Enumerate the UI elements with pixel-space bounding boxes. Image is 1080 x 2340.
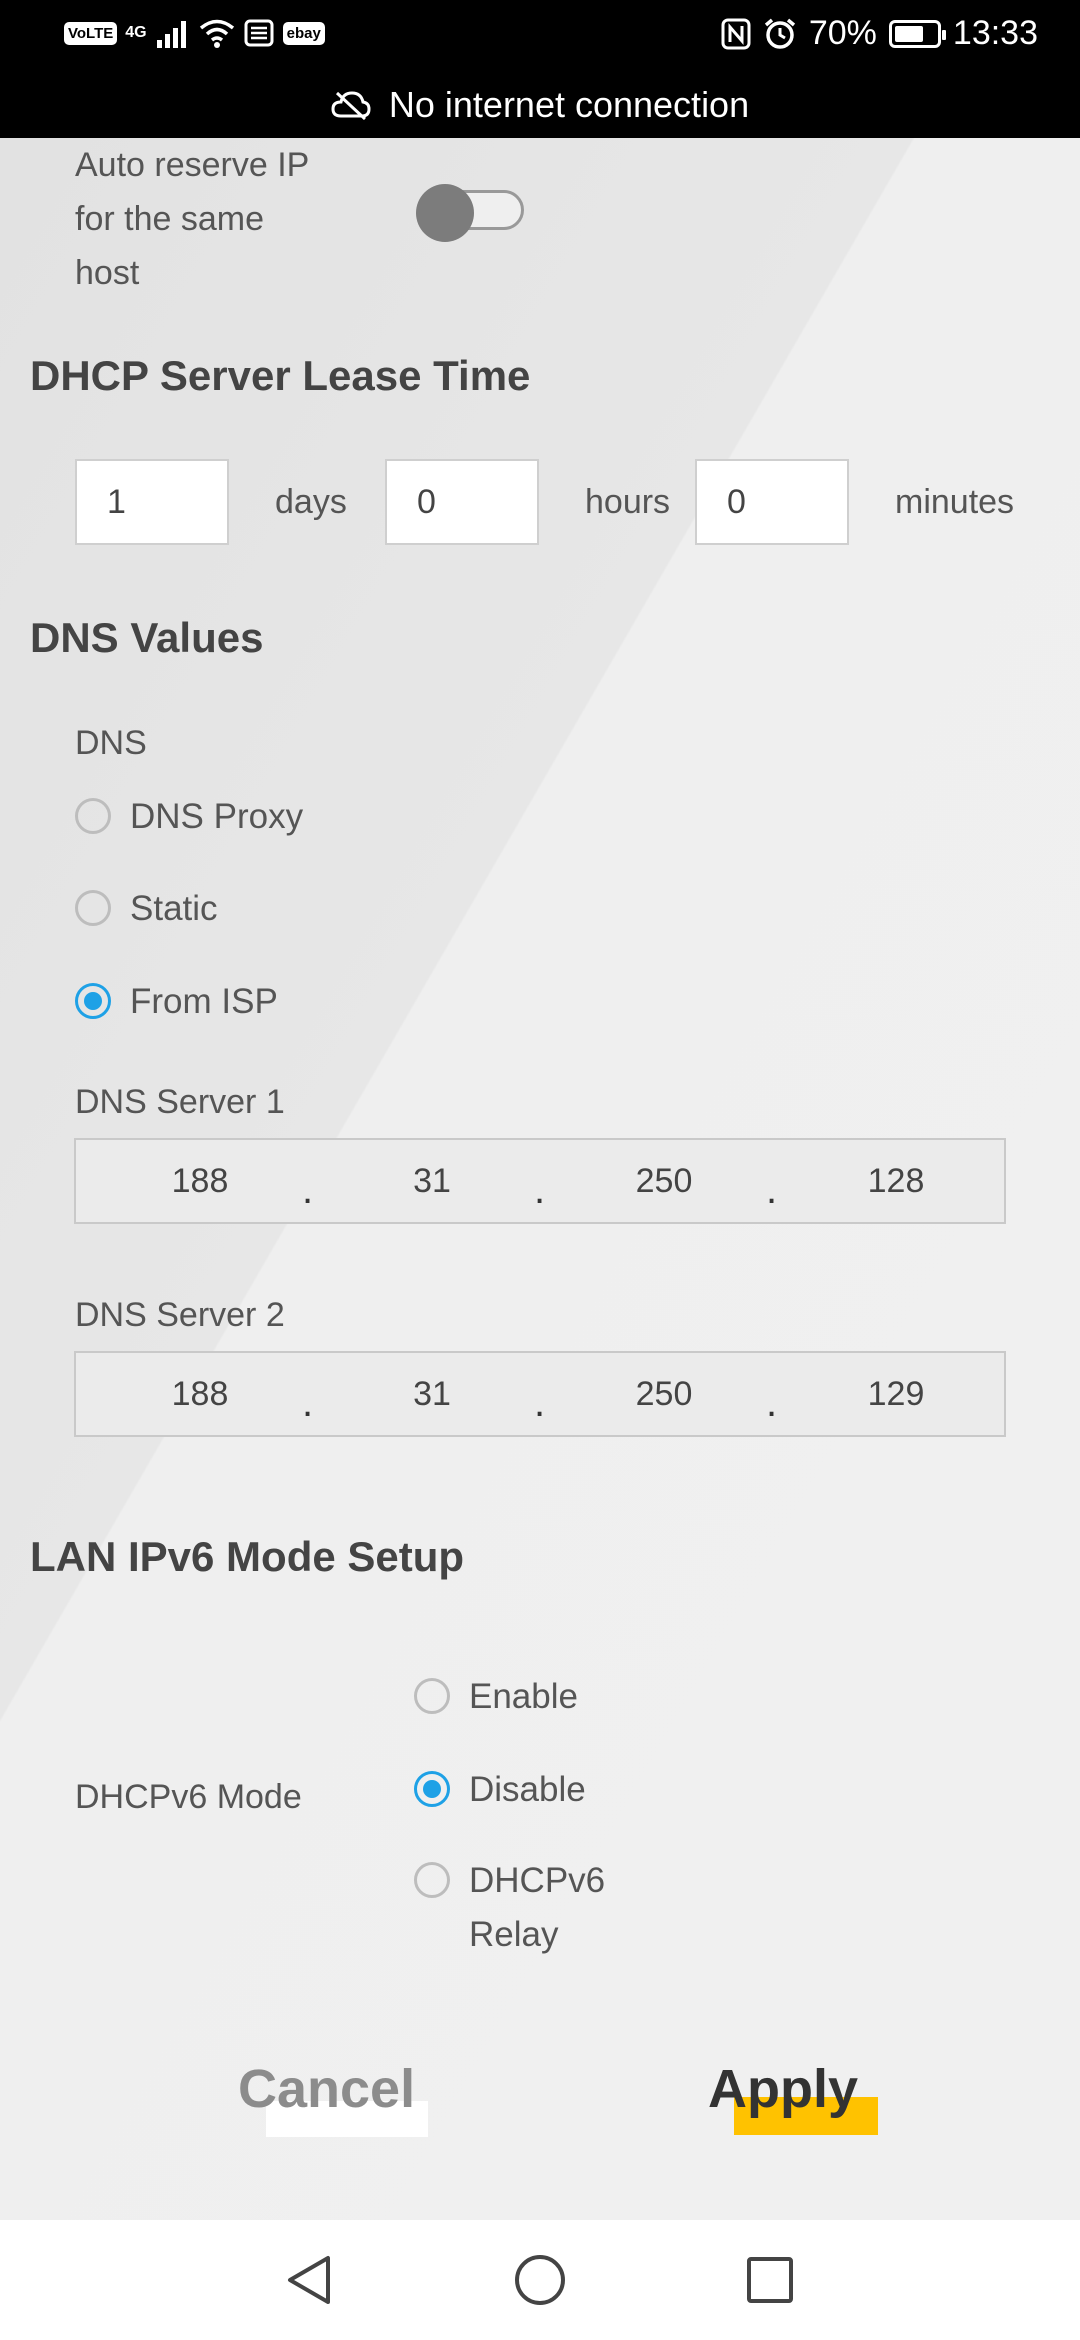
lease-hours-label: hours bbox=[585, 483, 671, 521]
auto-reserve-label-line1: Auto reserve IP bbox=[75, 146, 310, 184]
back-icon[interactable] bbox=[282, 2252, 338, 2308]
dns-heading: DNS Values bbox=[30, 614, 264, 661]
navigation-bar bbox=[0, 2220, 1080, 2340]
dns-server1-octet2[interactable]: 31 bbox=[362, 1140, 502, 1222]
dns-server2-octet2[interactable]: 31 bbox=[362, 1353, 502, 1435]
wifi-icon bbox=[199, 19, 234, 48]
home-icon[interactable] bbox=[512, 2252, 568, 2308]
status-icons-left: VoLTE 4G ebay bbox=[64, 18, 325, 48]
recents-icon[interactable] bbox=[742, 2252, 798, 2308]
ip-dot: . bbox=[302, 1168, 314, 1212]
lease-days-label: days bbox=[275, 483, 347, 521]
ipv6-disable-label[interactable]: Disable bbox=[469, 1763, 586, 1817]
dns-server1-octet3[interactable]: 250 bbox=[594, 1140, 734, 1222]
dns-server2-field[interactable]: 188 . 31 . 250 . 129 bbox=[74, 1351, 1006, 1437]
settings-content: Auto reserve IP for the same host DHCP S… bbox=[0, 138, 1080, 2220]
dhcpv6-mode-label: DHCPv6 Mode bbox=[75, 1778, 302, 1816]
status-icons-right: 70% 13:33 bbox=[721, 14, 1038, 53]
dns-server1-label: DNS Server 1 bbox=[75, 1083, 285, 1121]
network-type: 4G bbox=[125, 24, 147, 41]
ipv6-relay-radio[interactable] bbox=[414, 1862, 450, 1898]
ipv6-heading: LAN IPv6 Mode Setup bbox=[30, 1533, 465, 1580]
ipv6-enable-label[interactable]: Enable bbox=[469, 1670, 578, 1724]
connection-notice: No internet connection bbox=[0, 84, 1080, 126]
ip-dot: . bbox=[302, 1381, 314, 1425]
ipv6-relay-label-line2: Relay bbox=[469, 1915, 559, 1954]
battery-icon bbox=[888, 19, 946, 48]
alarm-icon bbox=[764, 18, 795, 49]
dns-from-isp-radio[interactable] bbox=[75, 983, 111, 1019]
lease-minutes-label: minutes bbox=[895, 483, 1015, 521]
apply-button-label[interactable]: Apply bbox=[708, 2058, 858, 2120]
toggle-knob bbox=[416, 184, 474, 242]
dns-server1-field[interactable]: 188 . 31 . 250 . 128 bbox=[74, 1138, 1006, 1224]
auto-reserve-label: Auto reserve IP for the same host bbox=[75, 138, 309, 300]
connection-notice-text: No internet connection bbox=[388, 84, 750, 125]
nfc-icon bbox=[721, 18, 751, 49]
auto-reserve-toggle[interactable] bbox=[416, 184, 526, 242]
volte-icon: VoLTE bbox=[64, 21, 118, 45]
ebay-icon: ebay bbox=[282, 21, 325, 45]
clock: 13:33 bbox=[952, 14, 1038, 52]
dns-server2-octet3[interactable]: 250 bbox=[594, 1353, 734, 1435]
dns-from-isp-label[interactable]: From ISP bbox=[130, 975, 278, 1029]
lease-days-input[interactable]: 1 bbox=[75, 459, 229, 545]
dns-server1-octet4[interactable]: 128 bbox=[826, 1140, 966, 1222]
ipv6-relay-label-line1: DHCPv6 bbox=[469, 1861, 606, 1900]
dns-static-radio[interactable] bbox=[75, 890, 111, 926]
auto-reserve-label-line2: for the same bbox=[75, 200, 264, 238]
dns-server1-octet1[interactable]: 188 bbox=[130, 1140, 270, 1222]
dns-server2-octet1[interactable]: 188 bbox=[130, 1353, 270, 1435]
dns-server2-octet4[interactable]: 129 bbox=[826, 1353, 966, 1435]
auto-reserve-label-line3: host bbox=[75, 254, 140, 292]
signal-icon bbox=[156, 21, 186, 48]
lease-hours-input[interactable]: 0 bbox=[385, 459, 539, 545]
dns-static-label[interactable]: Static bbox=[130, 882, 218, 936]
dns-label: DNS bbox=[75, 724, 147, 762]
status-bar: VoLTE 4G ebay 70% 13:33 No internet conn… bbox=[0, 0, 1080, 138]
lease-time-heading: DHCP Server Lease Time bbox=[30, 352, 531, 399]
ip-dot: . bbox=[534, 1168, 546, 1212]
dns-server2-label: DNS Server 2 bbox=[75, 1296, 285, 1334]
ipv6-enable-radio[interactable] bbox=[414, 1678, 450, 1714]
cloud-off-icon bbox=[331, 91, 371, 120]
battery-percent: 70% bbox=[808, 14, 877, 52]
ip-dot: . bbox=[766, 1381, 778, 1425]
ip-dot: . bbox=[534, 1381, 546, 1425]
cancel-button-label[interactable]: Cancel bbox=[238, 2058, 415, 2120]
ip-dot: . bbox=[766, 1168, 778, 1212]
dns-proxy-radio[interactable] bbox=[75, 798, 111, 834]
dns-proxy-label[interactable]: DNS Proxy bbox=[130, 790, 303, 844]
layers-icon bbox=[244, 19, 274, 47]
lease-minutes-input[interactable]: 0 bbox=[695, 459, 849, 545]
ipv6-relay-label[interactable]: DHCPv6 Relay bbox=[469, 1854, 605, 1962]
ipv6-disable-radio[interactable] bbox=[414, 1771, 450, 1807]
